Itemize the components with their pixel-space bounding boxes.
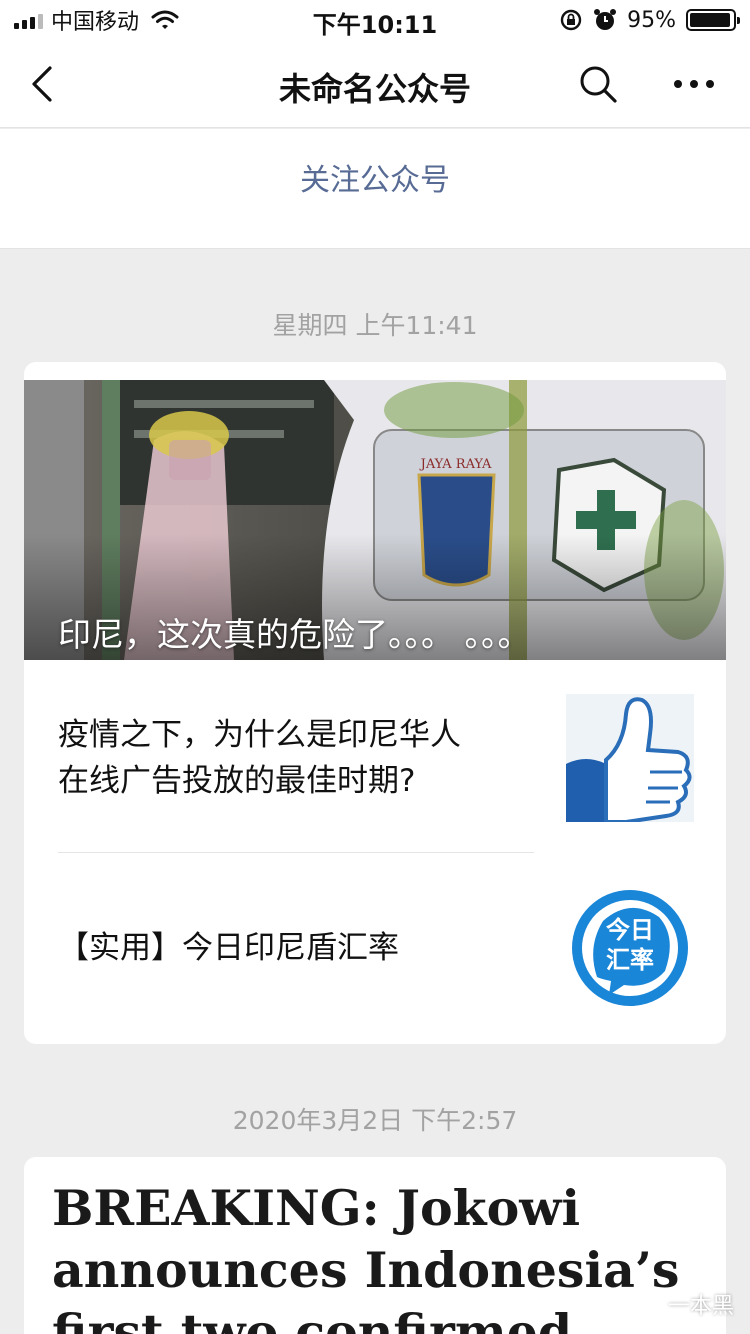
article-card: JAYA RAYA 印尼，这次真的危险了。。。 。。。 疫情之下，为什么是印尼华…: [24, 362, 726, 1044]
status-bar: 中国移动 下午10:11 95%: [0, 0, 750, 40]
watermark-text: 一本黑: [668, 1294, 735, 1319]
rotation-lock-icon: [560, 9, 582, 31]
article-title: 疫情之下，为什么是印尼华人: [58, 717, 461, 753]
message-timestamp: 2020年3月2日 下午2:57: [232, 1106, 518, 1135]
list-item[interactable]: 疫情之下，为什么是印尼华人 在线广告投放的最佳时期?: [24, 660, 726, 852]
breaking-line: first two confirmed: [52, 1303, 573, 1334]
wechat-icon: [630, 1293, 659, 1315]
battery-icon: [686, 9, 740, 31]
breaking-headline-image: BREAKING: Jokowi announces Indonesia’s f…: [52, 1177, 702, 1334]
article-title-line2: 在线广告投放的最佳时期?: [58, 763, 416, 799]
article-title: 【实用】今日印尼盾汇率: [58, 930, 399, 966]
breaking-line: BREAKING: Jokowi: [52, 1179, 581, 1237]
watermark: 一本黑: [630, 1288, 734, 1320]
thumbs-up-icon: [566, 694, 694, 822]
rate-icon-text-1: 今日: [606, 916, 654, 944]
rate-icon-text-2: 汇率: [606, 946, 654, 974]
breaking-line: announces Indonesia’s: [52, 1241, 680, 1299]
message-timestamp: 星期四 上午11:41: [272, 311, 478, 340]
exchange-rate-icon: 今日 汇率: [569, 887, 691, 1009]
list-item[interactable]: 【实用】今日印尼盾汇率 今日 汇率: [24, 853, 726, 1044]
cover-title: 印尼，这次真的危险了。。。 。。。: [58, 615, 531, 654]
page-title: 未命名公众号: [278, 70, 471, 108]
article-card[interactable]: BREAKING: Jokowi announces Indonesia’s f…: [24, 1157, 726, 1334]
search-icon[interactable]: [578, 64, 618, 104]
alarm-icon: [594, 9, 617, 30]
cover-article[interactable]: JAYA RAYA 印尼，这次真的危险了。。。 。。。: [24, 380, 726, 660]
nav-bar: 未命名公众号: [0, 40, 750, 128]
battery-percent: 95%: [627, 7, 676, 33]
follow-button[interactable]: 关注公众号: [0, 155, 750, 199]
more-icon[interactable]: [672, 70, 716, 98]
follow-bar: 关注公众号: [0, 129, 750, 249]
